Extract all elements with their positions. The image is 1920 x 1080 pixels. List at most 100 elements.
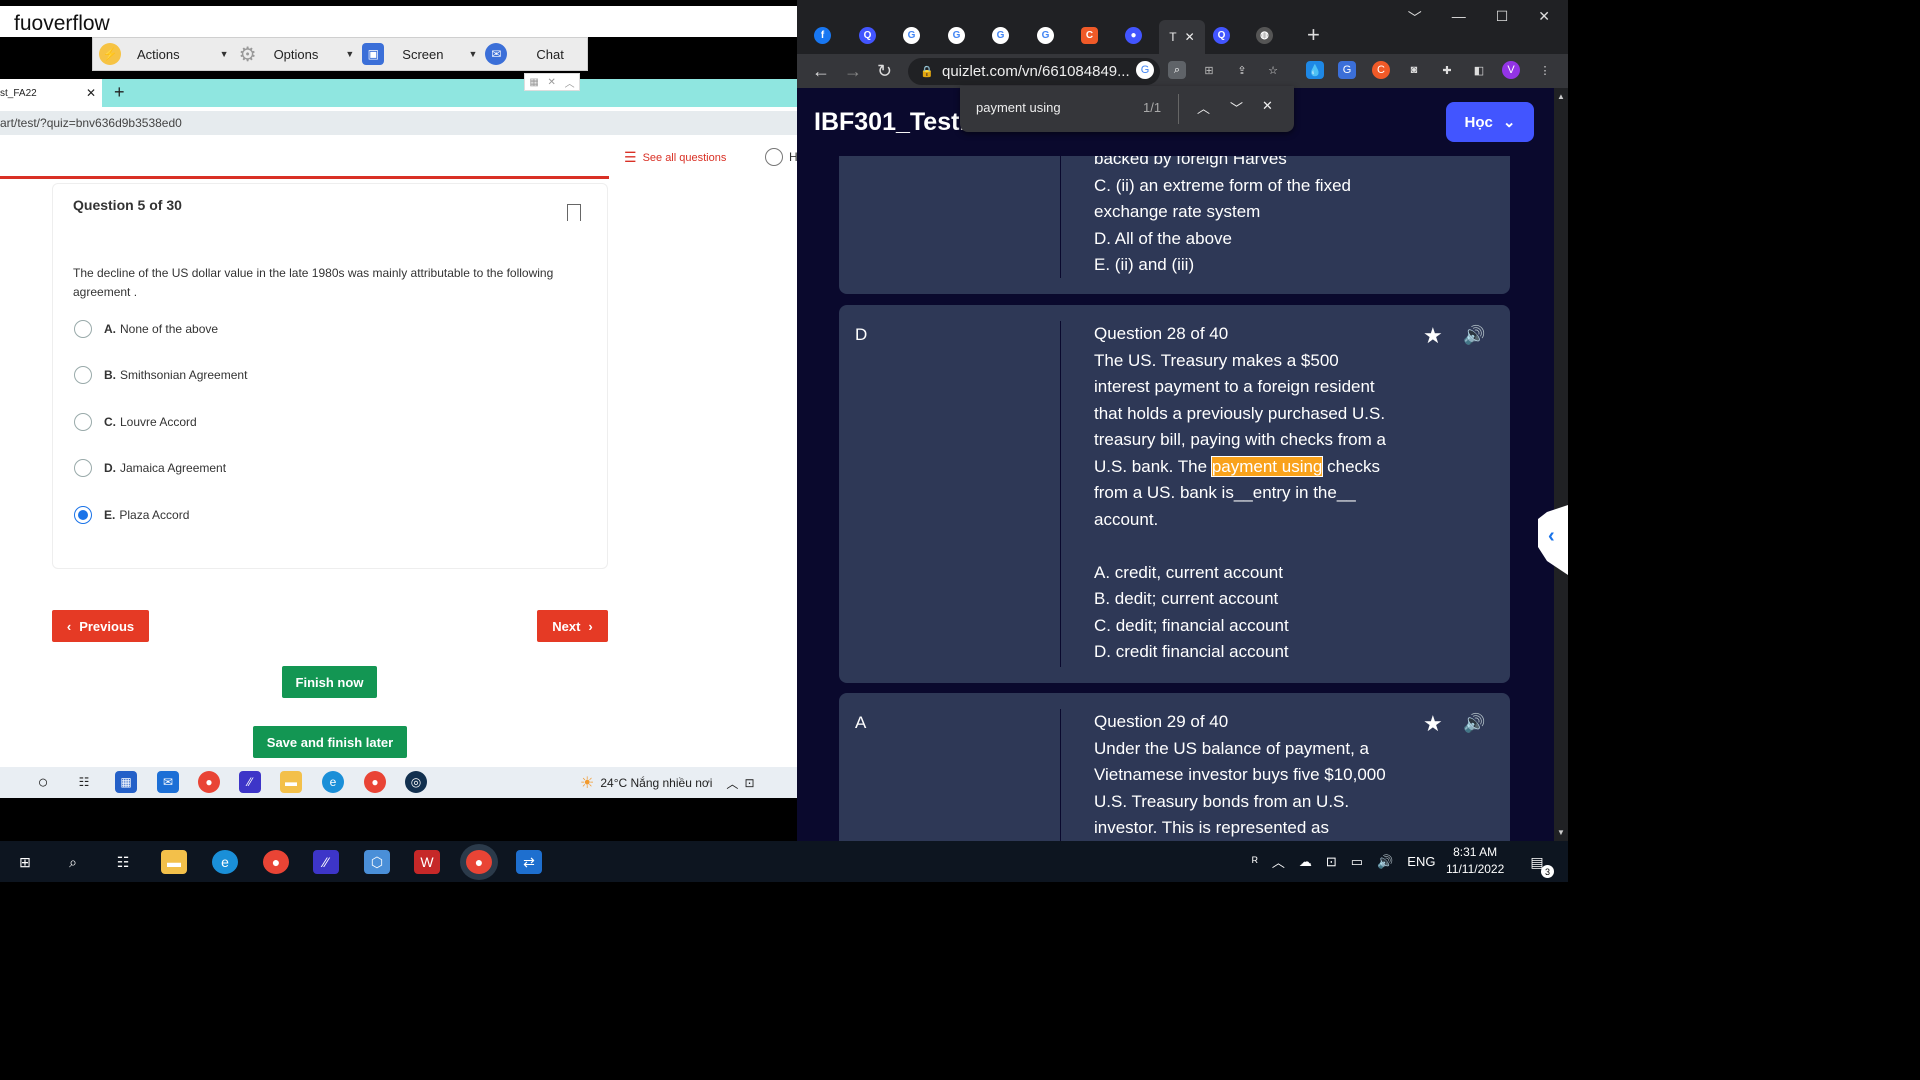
folder-icon[interactable]: ▬	[280, 771, 302, 793]
battery-icon[interactable]: ▭	[1351, 854, 1363, 870]
store-icon[interactable]: ▦	[115, 771, 137, 793]
task-view-icon[interactable]: ☷	[73, 771, 95, 793]
visual-studio-icon[interactable]: ⁄⁄	[313, 850, 339, 874]
toolbar-chat[interactable]: ✉ Chat	[485, 38, 564, 70]
radio-button[interactable]	[74, 413, 92, 431]
exam-tab[interactable]: st_FA22 ✕	[0, 79, 102, 107]
omnibox[interactable]: 🔒 quizlet.com/vn/661084849...	[908, 58, 1160, 85]
chrome-icon[interactable]: ●	[198, 771, 220, 793]
camera-icon[interactable]: ◙	[1405, 61, 1423, 79]
google-lens-icon[interactable]: G	[1136, 61, 1154, 79]
finish-now-button[interactable]: Finish now	[282, 666, 377, 698]
virtualbox-icon[interactable]: ⬡	[364, 850, 390, 874]
tab-quizlet[interactable]: Q	[859, 22, 876, 48]
mini-toolbar[interactable]: ▦ ✕ ︿	[524, 73, 580, 91]
tab-coccoc[interactable]: C	[1081, 22, 1098, 48]
toolbar-options[interactable]: ⚙ Options ▼	[237, 38, 363, 70]
translate-icon[interactable]: ⊞	[1200, 61, 1218, 79]
tab-globe[interactable]: ◍	[1256, 22, 1273, 48]
option-e[interactable]: E. Plaza Accord	[74, 506, 189, 524]
edge-icon[interactable]: e	[322, 771, 344, 793]
previous-button[interactable]: ‹ Previous	[52, 610, 149, 642]
forward-icon[interactable]: →	[844, 61, 862, 82]
search-circle-icon[interactable]: ○	[32, 771, 54, 793]
people-icon[interactable]: ᴿ	[1252, 854, 1258, 869]
reload-icon[interactable]: ↻	[877, 61, 892, 82]
close-icon[interactable]: ✕	[86, 86, 96, 100]
speaker-icon[interactable]: 🔊	[1463, 325, 1485, 346]
folder-icon[interactable]: ▬	[161, 850, 187, 874]
next-button[interactable]: Next ›	[537, 610, 608, 642]
find-input[interactable]: payment using	[976, 100, 1061, 115]
windows-start-icon[interactable]: ⊞	[12, 850, 38, 874]
share-icon[interactable]: ⇪	[1233, 61, 1251, 79]
radio-button[interactable]	[74, 320, 92, 338]
tab-google[interactable]: G	[948, 22, 965, 48]
back-icon[interactable]: ←	[812, 61, 830, 82]
tab-facebook[interactable]: f	[814, 22, 831, 48]
exam-address-bar[interactable]: art/test/?quiz=bnv636d9b3538ed0	[0, 111, 797, 135]
scroll-up-icon[interactable]: ▲	[1557, 92, 1565, 101]
new-tab-icon[interactable]: +	[114, 82, 125, 103]
star-icon[interactable]: ☆	[1264, 61, 1282, 79]
close-window-icon[interactable]: ✕	[1538, 8, 1550, 28]
edge-icon[interactable]: e	[212, 850, 238, 874]
tab-chrome[interactable]: ●	[1125, 22, 1142, 48]
scrollbar[interactable]: ▲ ▼	[1554, 88, 1568, 841]
clock[interactable]: 8:31 AM 11/11/2022	[1446, 844, 1504, 878]
steam-icon[interactable]: ◎	[405, 771, 427, 793]
user-icon[interactable]	[765, 148, 783, 166]
tab-quizlet[interactable]: Q	[1213, 22, 1230, 48]
option-b[interactable]: B. Smithsonian Agreement	[74, 366, 247, 384]
new-tab-button[interactable]: +	[1307, 22, 1320, 48]
tab-search-icon[interactable]: ﹀	[1408, 8, 1422, 28]
tab-active[interactable]: T ✕	[1159, 20, 1205, 54]
star-icon[interactable]: ★	[1423, 323, 1443, 349]
chrome-profile-icon[interactable]: ●	[466, 850, 492, 874]
close-icon[interactable]: ✕	[1185, 30, 1195, 44]
option-c[interactable]: C. Louvre Accord	[74, 413, 197, 431]
radio-button-selected[interactable]	[74, 506, 92, 524]
radio-button[interactable]	[74, 459, 92, 477]
scroll-down-icon[interactable]: ▼	[1557, 828, 1565, 837]
tab-google[interactable]: G	[903, 22, 920, 48]
option-a[interactable]: A. None of the above	[74, 320, 218, 338]
visual-studio-icon[interactable]: ⁄⁄	[239, 771, 261, 793]
side-panel-icon[interactable]: ◧	[1470, 61, 1488, 79]
chrome-icon[interactable]: ●	[263, 850, 289, 874]
tab-google[interactable]: G	[1037, 22, 1054, 48]
find-icon[interactable]: ⌕	[1168, 61, 1186, 79]
extensions-puzzle-icon[interactable]: ✚	[1438, 61, 1456, 79]
toolbar-screen[interactable]: ▣ Screen ▼	[362, 38, 485, 70]
see-all-questions-link[interactable]: ☰ See all questions	[624, 149, 726, 166]
device-icon[interactable]: ⊡	[1326, 854, 1337, 870]
weather-widget[interactable]: ☀ 24°C Nắng nhiều nơi ︿ ⊡	[580, 773, 755, 793]
tab-google[interactable]: G	[992, 22, 1009, 48]
learn-dropdown-button[interactable]: Học ⌄	[1446, 102, 1534, 142]
minimize-icon[interactable]: —	[1452, 8, 1466, 28]
option-d[interactable]: D. Jamaica Agreement	[74, 459, 226, 477]
radio-button[interactable]	[74, 366, 92, 384]
chevron-down-icon[interactable]: ﹀	[1230, 98, 1243, 117]
tray-chevron-icon[interactable]: ︿	[1272, 852, 1285, 871]
task-view-icon[interactable]: ☷	[110, 850, 136, 874]
mail-icon[interactable]: ✉	[157, 771, 179, 793]
toolbar-actions[interactable]: ⚡ Actions ▼	[99, 38, 237, 70]
profile-avatar[interactable]: V	[1502, 61, 1520, 79]
wps-icon[interactable]: W	[414, 850, 440, 874]
notifications-icon[interactable]: ▤ 3	[1524, 850, 1554, 878]
translate-extension-icon[interactable]: G	[1338, 61, 1356, 79]
save-finish-later-button[interactable]: Save and finish later	[253, 726, 407, 758]
search-icon[interactable]: ⌕	[60, 850, 86, 874]
onedrive-icon[interactable]: ☁	[1299, 854, 1312, 870]
bookmark-icon[interactable]	[567, 204, 581, 221]
menu-dots-icon[interactable]: ⋮	[1536, 61, 1554, 79]
speaker-icon[interactable]: 🔊	[1463, 713, 1485, 734]
maximize-icon[interactable]: ☐	[1496, 8, 1509, 28]
chrome-icon[interactable]: ●	[364, 771, 386, 793]
chevron-up-icon[interactable]: ︿	[1197, 98, 1210, 117]
language-indicator[interactable]: ENG	[1407, 854, 1435, 869]
volume-icon[interactable]: 🔊	[1377, 854, 1393, 870]
close-icon[interactable]: ✕	[1262, 98, 1273, 114]
extension-drop-icon[interactable]: 💧	[1306, 61, 1324, 79]
